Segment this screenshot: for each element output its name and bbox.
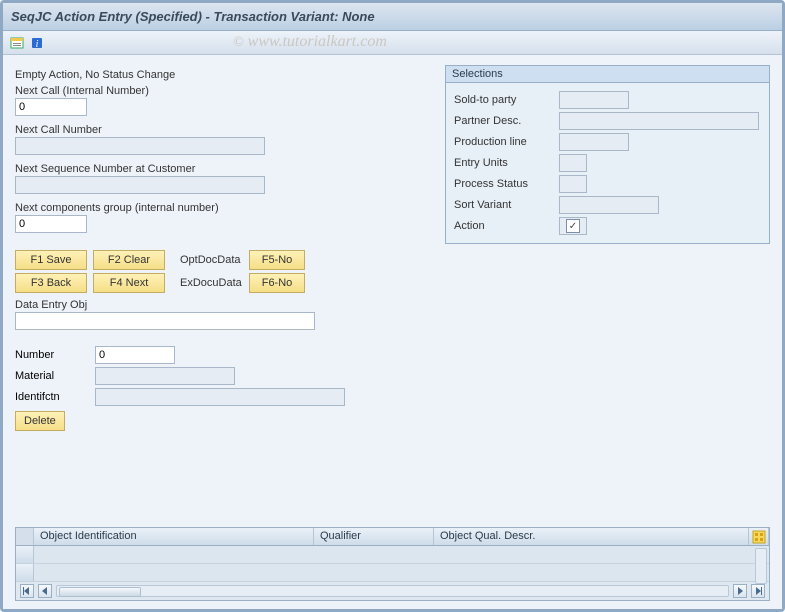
next-call-internal-input[interactable] (15, 98, 87, 116)
partner-desc-label: Partner Desc. (454, 115, 559, 127)
process-status-input (559, 175, 587, 193)
window: SeqJC Action Entry (Specified) - Transac… (0, 0, 785, 612)
identifctn-input (95, 388, 345, 406)
entry-units-input (559, 154, 587, 172)
watermark: © www.tutorialkart.com (233, 33, 387, 51)
production-line-input (559, 133, 629, 151)
next-comp-input[interactable] (15, 215, 87, 233)
grid-configure-button[interactable] (749, 528, 769, 545)
svg-text:i: i (36, 39, 39, 50)
grid-footer (16, 582, 769, 600)
grid-horizontal-scrollbar[interactable] (56, 585, 729, 597)
delete-button[interactable]: Delete (15, 411, 65, 431)
right-column: Selections Sold-to party Partner Desc. P… (445, 65, 770, 513)
grid-row[interactable] (16, 546, 769, 564)
selections-panel: Selections Sold-to party Partner Desc. P… (445, 65, 770, 244)
grid-col-descr[interactable]: Object Qual. Descr. (434, 528, 749, 545)
object-grid: Object Identification Qualifier Object Q… (15, 527, 770, 601)
toolbar: i © www.tutorialkart.com (3, 31, 782, 55)
sort-variant-label: Sort Variant (454, 199, 559, 211)
next-call-internal-label: Next Call (Internal Number) (15, 85, 435, 97)
exdocudata-label: ExDocuData (171, 273, 243, 293)
process-status-label: Process Status (454, 178, 559, 190)
grid-header: Object Identification Qualifier Object Q… (16, 528, 769, 546)
grid-col-object-id[interactable]: Object Identification (34, 528, 314, 545)
content: Empty Action, No Status Change Next Call… (3, 55, 782, 523)
next-call-number-label: Next Call Number (15, 124, 435, 136)
title-bar: SeqJC Action Entry (Specified) - Transac… (3, 3, 782, 31)
form-icon[interactable] (9, 35, 25, 51)
status-text: Empty Action, No Status Change (15, 69, 435, 81)
sold-to-input (559, 91, 629, 109)
info-icon[interactable]: i (29, 35, 45, 51)
material-label: Material (15, 370, 95, 382)
action-checkbox[interactable]: ✓ (566, 219, 580, 233)
scroll-first-icon[interactable] (20, 584, 34, 598)
next-comp-label: Next components group (internal number) (15, 202, 435, 214)
scroll-last-icon[interactable] (751, 584, 765, 598)
sold-to-label: Sold-to party (454, 94, 559, 106)
next-call-number-input (15, 137, 265, 155)
button-row-1: F1 Save F2 Clear OptDocData F5-No (15, 250, 435, 270)
entry-units-label: Entry Units (454, 157, 559, 169)
f5-no-button[interactable]: F5-No (249, 250, 305, 270)
f2-clear-button[interactable]: F2 Clear (93, 250, 165, 270)
grid-row[interactable] (16, 564, 769, 582)
scroll-left-icon[interactable] (38, 584, 52, 598)
production-line-label: Production line (454, 136, 559, 148)
grid-row-selector-header[interactable] (16, 528, 34, 545)
partner-desc-input (559, 112, 759, 130)
grid-col-qualifier[interactable]: Qualifier (314, 528, 434, 545)
action-label: Action (454, 220, 559, 232)
next-seq-input (15, 176, 265, 194)
grid-vertical-scrollbar[interactable] (755, 548, 767, 584)
number-input[interactable] (95, 346, 175, 364)
sort-variant-input (559, 196, 659, 214)
identifctn-label: Identifctn (15, 391, 95, 403)
material-input (95, 367, 235, 385)
data-entry-label: Data Entry Obj (15, 299, 435, 311)
scroll-right-icon[interactable] (733, 584, 747, 598)
optdocdata-label: OptDocData (171, 250, 243, 270)
f1-save-button[interactable]: F1 Save (15, 250, 87, 270)
data-entry-input[interactable] (15, 312, 315, 330)
window-title: SeqJC Action Entry (Specified) - Transac… (11, 9, 375, 24)
f4-next-button[interactable]: F4 Next (93, 273, 165, 293)
f6-no-button[interactable]: F6-No (249, 273, 305, 293)
left-column: Empty Action, No Status Change Next Call… (15, 65, 435, 513)
next-seq-label: Next Sequence Number at Customer (15, 163, 435, 175)
button-row-2: F3 Back F4 Next ExDocuData F6-No (15, 273, 435, 293)
number-label: Number (15, 349, 95, 361)
selections-title: Selections (446, 66, 769, 83)
f3-back-button[interactable]: F3 Back (15, 273, 87, 293)
